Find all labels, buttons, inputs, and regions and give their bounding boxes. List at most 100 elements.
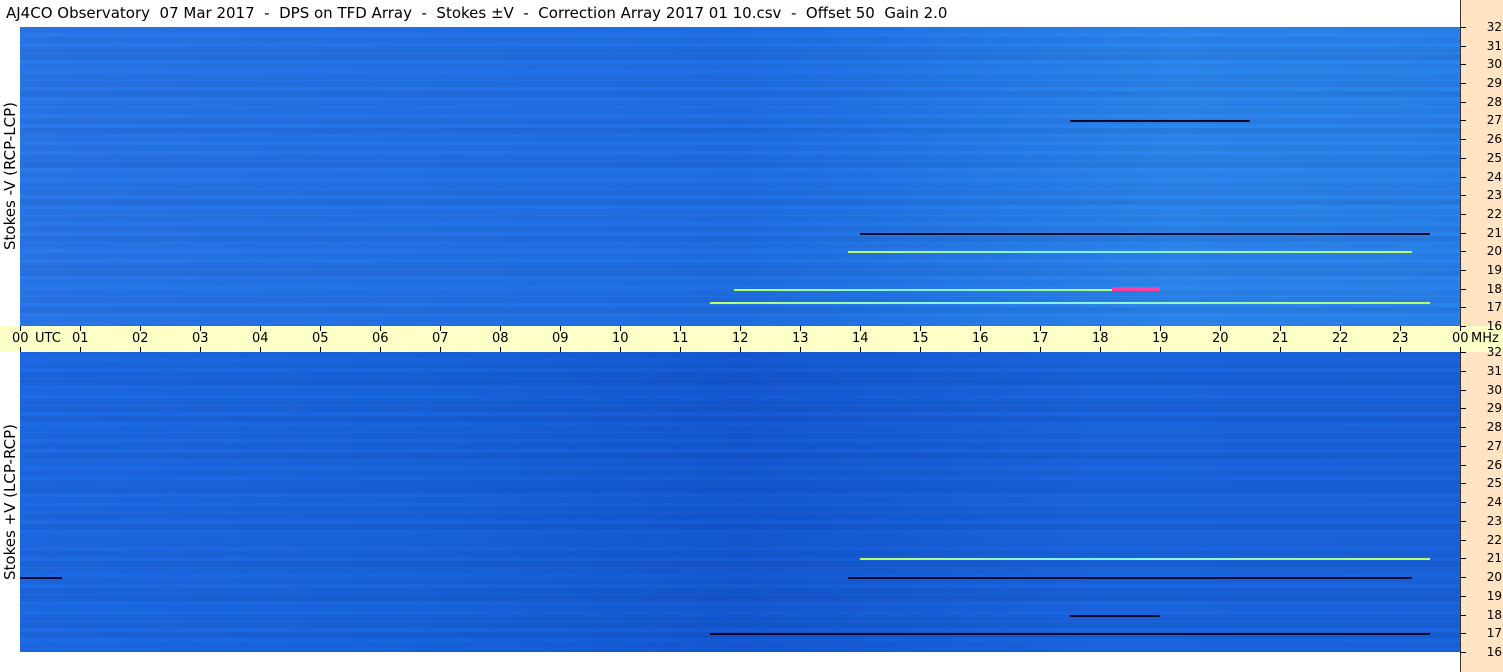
time-tick-label: 10 xyxy=(612,331,629,346)
time-tick-label: 06 xyxy=(372,331,389,346)
time-tick-label: 16 xyxy=(972,331,989,346)
time-tick-label: 08 xyxy=(492,331,509,346)
freq-tick xyxy=(1460,326,1466,327)
emission-streak xyxy=(710,633,1430,636)
time-tick-label: 18 xyxy=(1092,331,1109,346)
freq-tick-label: 30 xyxy=(1486,382,1502,397)
freq-tick-label: 27 xyxy=(1486,438,1502,453)
freq-tick xyxy=(1460,64,1466,66)
freq-tick xyxy=(1460,464,1466,466)
time-tick xyxy=(1280,347,1281,352)
time-tick-label: 07 xyxy=(432,331,449,346)
freq-tick xyxy=(1460,288,1466,290)
time-tick-label: 01 xyxy=(72,331,89,346)
freq-tick-label: 26 xyxy=(1486,457,1502,472)
freq-tick-label: 21 xyxy=(1486,551,1502,566)
time-tick xyxy=(1220,347,1221,352)
time-tick xyxy=(620,326,621,331)
emission-streak xyxy=(1070,614,1160,617)
time-tick xyxy=(800,326,801,331)
time-tick-label: 02 xyxy=(132,331,149,346)
freq-tick xyxy=(1460,176,1466,178)
freq-tick-label: 16 xyxy=(1486,319,1502,333)
time-tick xyxy=(1400,326,1401,331)
time-tick-label: 15 xyxy=(912,331,929,346)
freq-tick-label: 25 xyxy=(1486,150,1502,165)
emission-streak xyxy=(848,251,1412,254)
emission-streak xyxy=(1070,120,1250,123)
freq-tick-label: 28 xyxy=(1486,94,1502,109)
freq-tick xyxy=(1460,558,1466,560)
time-tick-label: 19 xyxy=(1152,331,1169,346)
freq-tick xyxy=(1460,195,1466,197)
freq-tick-label: 25 xyxy=(1486,476,1502,491)
freq-tick xyxy=(1460,269,1466,271)
time-tick xyxy=(320,347,321,352)
freq-tick xyxy=(1460,45,1466,47)
time-tick xyxy=(440,326,441,331)
freq-tick xyxy=(1460,83,1466,85)
time-tick xyxy=(860,326,861,331)
time-tick-label: 22 xyxy=(1332,331,1349,346)
emission-streak xyxy=(860,558,1430,561)
freq-tick-label: 28 xyxy=(1486,420,1502,434)
time-tick xyxy=(920,326,921,331)
time-tick xyxy=(1160,326,1161,331)
time-tick xyxy=(1220,326,1221,331)
freq-tick-label: 21 xyxy=(1486,225,1502,240)
emission-streak xyxy=(848,577,1412,579)
freq-tick-label: 29 xyxy=(1486,401,1502,416)
bottom-frequency-axis xyxy=(1460,352,1503,672)
time-tick-label: 04 xyxy=(252,331,269,346)
time-tick xyxy=(980,347,981,352)
freq-tick-label: 22 xyxy=(1486,532,1502,547)
time-tick xyxy=(1340,347,1341,352)
time-tick xyxy=(140,326,141,331)
freq-tick-label: 24 xyxy=(1486,169,1502,184)
time-tick xyxy=(1280,326,1281,331)
freq-tick xyxy=(1460,595,1466,597)
time-axis: UTC MHz 00 01 02 03 04 05 06 07 08 09 10 11 12 13 14 15… xyxy=(0,326,1503,352)
freq-tick-label: 32 xyxy=(1486,20,1502,34)
freq-tick xyxy=(1460,120,1466,122)
time-tick xyxy=(920,347,921,352)
freq-tick xyxy=(1460,27,1466,28)
freq-tick-label: 18 xyxy=(1486,281,1502,296)
utc-label: UTC xyxy=(35,331,61,346)
freq-tick-label: 31 xyxy=(1486,363,1502,378)
emission-streak xyxy=(860,232,1430,235)
time-tick-label: 03 xyxy=(192,331,209,346)
time-tick-label: 00 xyxy=(12,331,29,346)
time-tick xyxy=(320,326,321,331)
freq-tick-label: 27 xyxy=(1486,113,1502,128)
time-tick-label: 09 xyxy=(552,331,569,346)
time-tick xyxy=(140,347,141,352)
time-tick xyxy=(80,347,81,352)
time-tick xyxy=(680,326,681,331)
freq-tick xyxy=(1460,101,1466,103)
time-tick xyxy=(1400,347,1401,352)
time-tick xyxy=(800,347,801,352)
time-tick xyxy=(20,347,21,352)
freq-tick xyxy=(1460,539,1466,541)
freq-tick-label: 18 xyxy=(1486,607,1502,622)
freq-tick xyxy=(1460,427,1466,428)
freq-tick-label: 20 xyxy=(1486,570,1502,584)
emission-streak xyxy=(20,577,62,579)
freq-tick-label: 23 xyxy=(1486,513,1502,528)
freq-tick xyxy=(1460,389,1466,391)
top-spectrogram xyxy=(20,27,1460,326)
emission-hotspot xyxy=(1112,286,1160,291)
freq-tick-label: 30 xyxy=(1486,57,1502,72)
time-tick xyxy=(620,347,621,352)
time-tick xyxy=(1100,326,1101,331)
freq-tick-label: 23 xyxy=(1486,188,1502,203)
bottom-spectrogram xyxy=(20,352,1460,652)
freq-tick xyxy=(1460,408,1466,410)
freq-tick-label: 16 xyxy=(1486,645,1502,659)
freq-tick-label: 31 xyxy=(1486,38,1502,53)
freq-tick xyxy=(1460,577,1466,578)
time-tick-label: 13 xyxy=(792,331,809,346)
time-tick xyxy=(560,326,561,331)
freq-tick-label: 22 xyxy=(1486,206,1502,221)
